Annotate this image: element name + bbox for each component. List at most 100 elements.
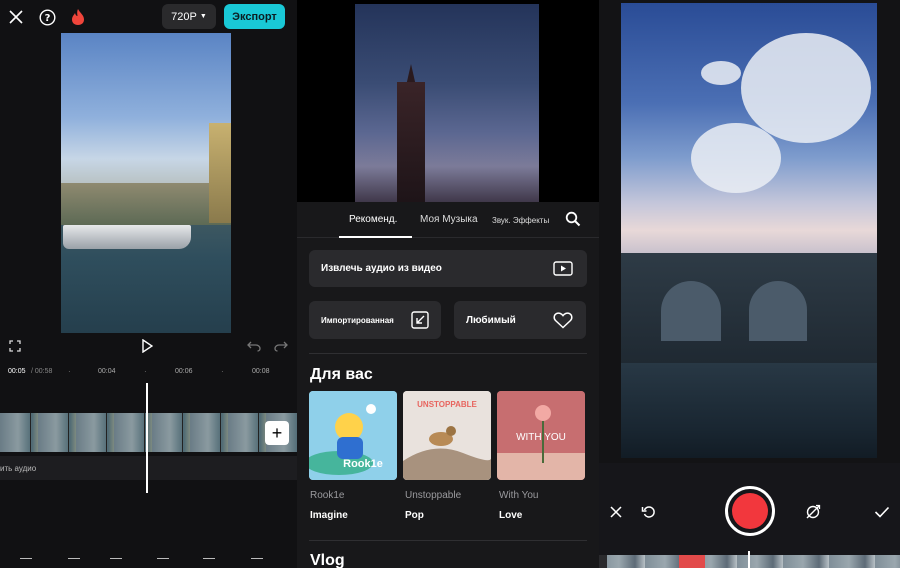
flame-icon[interactable] [68,7,88,27]
video-preview-night [355,4,539,202]
card-cover-text: Rook1e [343,458,383,470]
active-tab-indicator [339,236,412,238]
video-preview [61,33,231,333]
film-frame [106,413,107,452]
card-cover-text: WITH YOU [516,432,566,443]
imported-label: Импортированная [321,316,394,325]
film-frame [258,413,259,452]
svg-text:?: ? [44,13,50,24]
preview-water [621,363,877,458]
tick-label: 00:06 [175,368,193,375]
add-audio-track[interactable]: ить аудио [0,456,297,480]
help-icon[interactable]: ? [37,7,57,27]
film-frame [68,413,69,452]
redo-icon[interactable] [272,337,290,355]
record-track-gap [599,555,607,568]
tool-icon[interactable] [203,558,215,568]
video-track[interactable] [0,413,297,452]
search-icon[interactable] [565,211,581,227]
tab-sound-effects[interactable]: Звук. Эффекты [492,216,549,225]
heart-icon [553,311,573,334]
record-panel [599,0,900,568]
close-icon[interactable] [607,503,625,521]
resolution-label: 720P [171,10,197,23]
record-controls [599,463,900,558]
retake-icon[interactable] [640,503,658,521]
tool-icon[interactable] [20,558,32,568]
music-card-with-you[interactable]: WITH YOU [497,391,585,480]
music-card-rook1e[interactable]: Rook1e [309,391,397,480]
undo-icon[interactable] [245,337,263,355]
recorded-segment [679,555,705,568]
add-clip-button[interactable]: + [265,421,289,445]
record-playhead [748,551,750,568]
extract-audio-button[interactable]: Извлечь аудио из видео [309,250,587,287]
film-frame [182,413,183,452]
favorites-button[interactable]: Любимый [454,301,586,339]
film-frame [144,413,145,452]
card-artist: Rook1e [310,490,345,501]
music-tabs: Рекоменд. Моя Музыка Звук. Эффекты [297,202,599,238]
play-icon[interactable] [138,337,156,355]
music-panel: Рекоменд. Моя Музыка Звук. Эффекты Извле… [297,0,599,568]
tool-icon[interactable] [157,558,169,568]
film-frame [30,413,31,452]
flip-camera-icon[interactable] [804,503,822,521]
card-genre: Pop [405,510,424,521]
record-button[interactable] [725,486,775,536]
current-time: 00:05 [8,368,26,375]
preview-cloud [741,33,871,143]
preview-cloud [701,61,741,85]
playhead[interactable] [146,383,148,493]
tick-dot: · [144,367,147,376]
import-arrow-icon [411,311,429,334]
play-box-icon [553,261,573,281]
screen: ? 720P ▼ Экспорт 00:05 / 00:58 · 00:04 ·… [0,0,900,568]
section-for-you-title: Для вас [310,366,373,383]
tool-icon[interactable] [251,558,263,568]
music-card-unstoppable[interactable]: UNSTOPPABLE [403,391,491,480]
record-icon [732,493,768,529]
editor-panel: ? 720P ▼ Экспорт 00:05 / 00:58 · 00:04 ·… [0,0,297,568]
tab-recommended[interactable]: Рекоменд. [349,214,397,225]
preview-boat [63,225,191,249]
export-button[interactable]: Экспорт [224,4,285,29]
close-icon[interactable] [6,7,26,27]
preview-skyline [61,183,231,225]
preview-cloud [691,123,781,193]
extract-audio-label: Извлечь аудио из видео [321,263,442,274]
check-icon[interactable] [873,503,891,521]
card-artist: Unstoppable [405,490,462,501]
preview-bridge-arch [749,281,807,341]
music-sheet: Рекоменд. Моя Музыка Звук. Эффекты Извле… [297,202,599,568]
tool-icon[interactable] [110,558,122,568]
preview-bridge-arch [661,281,721,341]
section-vlog-title: Vlog [310,552,345,568]
tick-dot: · [221,367,224,376]
section-divider [309,540,587,541]
bottom-toolbar [0,558,297,568]
film-frame [220,413,221,452]
fullscreen-icon[interactable] [6,337,24,355]
imported-button[interactable]: Импортированная [309,301,441,339]
tick-dot: · [68,367,71,376]
card-genre: Love [499,510,523,521]
section-divider [309,353,587,354]
preview-building [209,123,231,223]
camera-preview [621,3,877,458]
total-time: / 00:58 [31,368,53,375]
tick-label: 00:04 [98,368,116,375]
tool-icon[interactable] [68,558,80,568]
preview-tower [397,82,425,202]
playback-controls [0,334,297,358]
chevron-down-icon: ▼ [199,13,207,20]
resolution-selector[interactable]: 720P ▼ [162,4,216,29]
card-artist: With You [499,490,539,501]
timeline-ruler[interactable]: 00:05 / 00:58 · 00:04 · 00:06 · 00:08 [0,364,297,380]
tab-my-music[interactable]: Моя Музыка [420,214,478,225]
card-cover-text: UNSTOPPABLE [417,400,477,409]
favorites-label: Любимый [466,315,516,326]
card-genre: Imagine [310,510,348,521]
editor-topbar: ? 720P ▼ Экспорт [0,0,297,34]
tick-label: 00:08 [252,368,270,375]
